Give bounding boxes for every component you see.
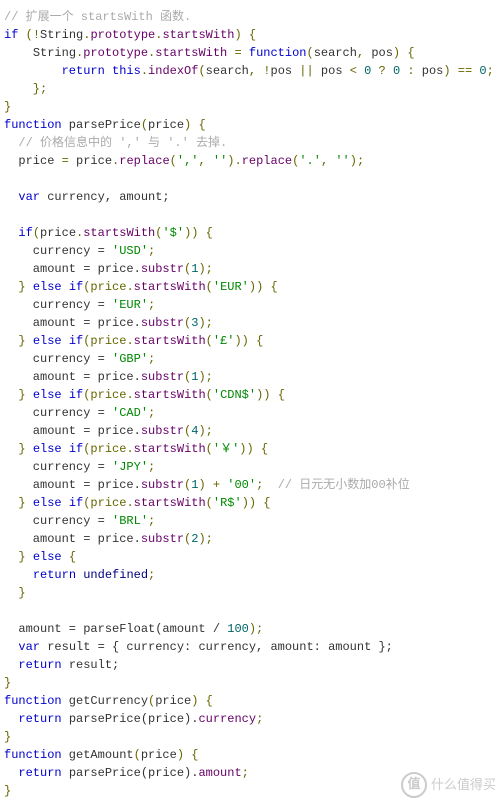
code-block: // 扩展一个 startsWith 函数. if (!String.proto… <box>4 8 500 800</box>
comment: // 扩展一个 startsWith 函数. <box>4 10 191 24</box>
kw-if: if <box>4 28 18 42</box>
